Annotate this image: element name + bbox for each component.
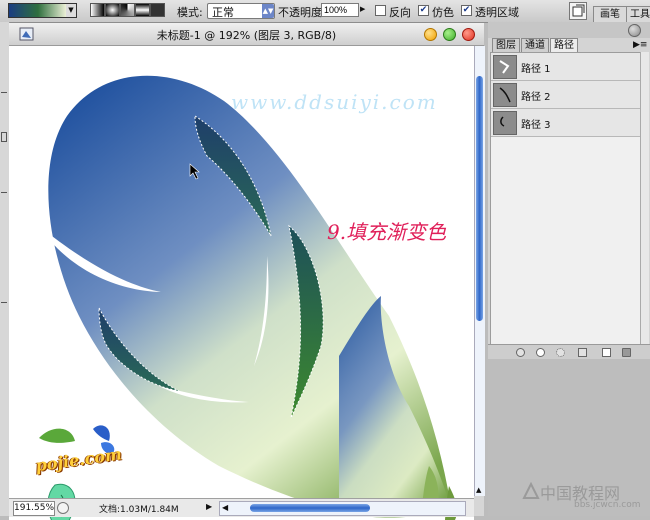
hook-path-icon (493, 111, 517, 135)
opacity-label: 不透明度: (278, 6, 326, 19)
paths-panel: 图层 通道 路径 ▶≡ 路径 1 路径 2 路径 3 (488, 22, 650, 516)
gradient-preview-swatch[interactable] (8, 3, 68, 18)
pen-path-icon (493, 55, 517, 79)
chevron-down-icon: ▲▼ (262, 4, 274, 18)
tool-divider (1, 92, 7, 93)
zoom-icon[interactable] (57, 502, 69, 514)
make-path-icon[interactable] (578, 348, 587, 357)
step-label: 9.填充渐变色 (327, 220, 447, 244)
opacity-field[interactable] (321, 3, 359, 17)
opacity-dropdown-icon[interactable]: ▶ (360, 5, 365, 13)
fill-path-icon[interactable] (516, 348, 525, 357)
new-path-icon[interactable] (602, 348, 611, 357)
mode-select[interactable]: 正常 ▲▼ (207, 3, 275, 19)
path-name: 路径 1 (521, 64, 551, 75)
transparency-checkbox[interactable]: ✔ (461, 5, 472, 16)
dither-label: 仿色 (432, 6, 454, 19)
mode-value: 正常 (212, 6, 234, 19)
tab-channels[interactable]: 通道 (521, 38, 549, 53)
dither-checkbox[interactable]: ✔ (418, 5, 429, 16)
vertical-scroll-thumb[interactable] (476, 76, 483, 321)
document-title: 未标题-1 @ 192% (图层 3, RGB/8) (156, 29, 337, 42)
vertical-scrollbar[interactable]: ▲ (474, 46, 485, 496)
panel-footer (488, 344, 650, 359)
tab-brushes[interactable]: 画笔 (593, 6, 627, 23)
scroll-left-arrow-icon[interactable]: ◀ (222, 503, 228, 512)
path-row[interactable]: 路径 2 (491, 81, 640, 109)
zoom-button[interactable] (443, 28, 456, 41)
tab-tools[interactable]: 工具 (626, 6, 650, 23)
reflected-gradient-button[interactable] (135, 3, 150, 17)
reverse-label: 反向 (389, 6, 411, 19)
site-mark-icon (522, 481, 540, 500)
load-selection-icon[interactable] (556, 348, 565, 357)
horizontal-scroll-thumb[interactable] (250, 504, 370, 512)
radial-gradient-button[interactable] (105, 3, 120, 17)
file-browser-icon[interactable] (569, 2, 587, 20)
document-info: 文档:1.03M/1.84M (99, 505, 179, 515)
path-list: 路径 1 路径 2 路径 3 (490, 52, 641, 346)
reverse-checkbox[interactable] (375, 5, 386, 16)
panel-menu-icon[interactable]: ▶≡ (633, 39, 647, 51)
minimize-button[interactable] (424, 28, 437, 41)
path-row[interactable]: 路径 3 (491, 109, 640, 137)
site-url: bbs.jcwcn.com (574, 500, 641, 510)
path-row[interactable]: 路径 1 (491, 53, 640, 81)
curve-path-icon (493, 83, 517, 107)
path-name: 路径 2 (521, 92, 551, 103)
document-titlebar[interactable]: 未标题-1 @ 192% (图层 3, RGB/8) (9, 23, 484, 46)
angle-gradient-button[interactable] (120, 3, 135, 17)
tool-button[interactable] (1, 132, 7, 142)
document-window: 未标题-1 @ 192% (图层 3, RGB/8) www.ddsuiyi.c… (9, 23, 485, 520)
delete-path-icon[interactable] (622, 348, 631, 357)
linear-gradient-button[interactable] (90, 3, 105, 17)
diamond-gradient-button[interactable] (150, 3, 165, 17)
status-bar: 191.55% 文档:1.03M/1.84M ▶ ◀ (9, 498, 474, 517)
watermark-text: www.ddsuiyi.com (231, 90, 438, 114)
mode-label: 模式: (177, 6, 203, 19)
options-bar: ▼ 模式: 正常 ▲▼ 不透明度: ▶ 反向 ✔ 仿色 ✔ 透明区域 画笔 工具 (0, 0, 650, 23)
panel-header (488, 22, 650, 38)
transparency-label: 透明区域 (475, 6, 519, 19)
canvas[interactable]: www.ddsuiyi.com 9.填充渐变色 pojie.com (9, 46, 474, 520)
stroke-path-icon[interactable] (536, 348, 545, 357)
document-icon (19, 26, 35, 42)
panel-scrollbar[interactable] (640, 52, 649, 346)
scroll-up-arrow-icon[interactable]: ▲ (476, 486, 481, 494)
tool-divider (1, 192, 7, 193)
close-button[interactable] (462, 28, 475, 41)
path-name: 路径 3 (521, 120, 551, 131)
tab-paths[interactable]: 路径 (550, 38, 578, 53)
tool-divider (1, 302, 7, 303)
zoom-field[interactable]: 191.55% (13, 501, 55, 516)
panel-collapse-button[interactable] (628, 24, 641, 37)
status-menu-arrow-icon[interactable]: ▶ (206, 502, 212, 511)
tab-layers[interactable]: 图层 (492, 38, 520, 53)
gradient-picker-dropdown[interactable]: ▼ (66, 3, 77, 18)
horizontal-scrollbar[interactable]: ◀ (219, 501, 466, 516)
